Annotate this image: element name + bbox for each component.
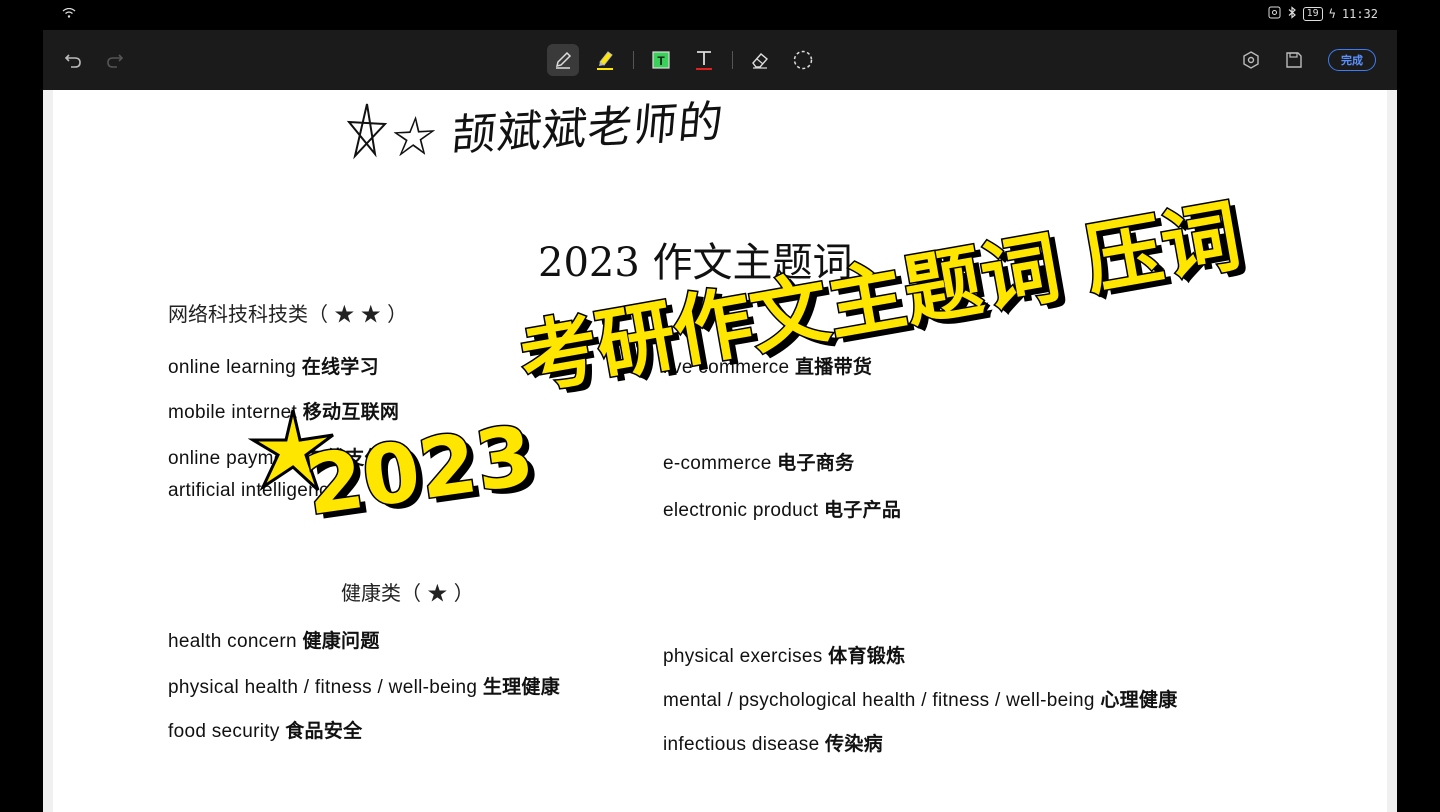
- term-item: physical health / fitness / well-being 生…: [168, 677, 561, 698]
- note-page[interactable]: ☆ 颉斌斌老师的 2023 作文主题词 网络科技科技类（ ★ ★ ） onlin…: [43, 90, 1397, 812]
- term-item: e-commerce 电子商务: [663, 453, 855, 474]
- battery-level: 19: [1302, 7, 1323, 21]
- term-item: artificial intelligence: [168, 480, 340, 501]
- eraser-icon[interactable]: [744, 44, 776, 76]
- note-toolbar: T 完成: [43, 30, 1397, 90]
- term-item: mental / psychological health / fitness …: [663, 690, 1178, 711]
- highlighter-icon[interactable]: [589, 44, 621, 76]
- redo-icon[interactable]: [99, 44, 131, 76]
- section-heading-health: 健康类（ ★ ）: [341, 581, 474, 605]
- term-item: food security 食品安全: [168, 721, 363, 742]
- svg-text:T: T: [657, 54, 665, 68]
- bluetooth-icon: [1287, 6, 1297, 22]
- undo-icon[interactable]: [57, 44, 89, 76]
- charging-icon: ϟ: [1328, 7, 1336, 21]
- textbox-icon[interactable]: T: [645, 44, 677, 76]
- term-item: online learning 在线学习: [168, 357, 379, 378]
- term-item: online payment 在线支付: [168, 448, 384, 469]
- page-title: 2023 作文主题词: [538, 240, 853, 286]
- term-item: physical exercises 体育锻炼: [663, 646, 906, 667]
- handwritten-note: ☆ 颉斌斌老师的: [389, 96, 726, 165]
- done-button[interactable]: 完成: [1328, 49, 1376, 71]
- term-item: live commerce 直播带货: [663, 357, 873, 378]
- term-item: electronic product 电子产品: [663, 500, 902, 521]
- screenshot-icon: [1268, 6, 1281, 22]
- term-item: infectious disease 传染病: [663, 734, 883, 755]
- settings-icon[interactable]: [1235, 44, 1267, 76]
- clock: 11:32: [1341, 7, 1378, 21]
- term-item: mobile internet 移动互联网: [168, 402, 400, 423]
- text-icon[interactable]: [688, 44, 720, 76]
- status-bar: 19 ϟ 11:32: [0, 0, 1440, 30]
- lasso-icon[interactable]: [787, 44, 819, 76]
- pen-icon[interactable]: [547, 44, 579, 76]
- save-icon[interactable]: [1278, 44, 1310, 76]
- term-item: health concern 健康问题: [168, 631, 380, 652]
- star-doodle: [346, 103, 388, 160]
- section-heading-tech: 网络科技科技类（ ★ ★ ）: [168, 302, 408, 326]
- wifi-icon: [62, 7, 76, 21]
